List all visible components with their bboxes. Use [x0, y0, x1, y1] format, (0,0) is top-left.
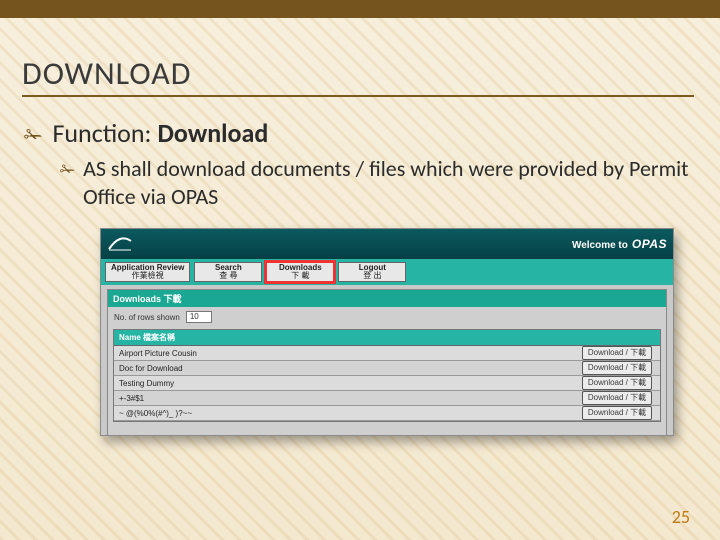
function-label: Function:	[52, 117, 151, 149]
slide: DOWNLOAD ✁ Function: Download ✁ AS shall…	[0, 0, 720, 446]
nav-downloads[interactable]: Downloads 下 載	[266, 262, 334, 282]
rows-shown-input[interactable]: 10	[186, 311, 212, 323]
table-row: ~ @(%0%(#^)_ )?~~ Download / 下載	[114, 406, 660, 421]
nav-search[interactable]: Search 查 尋	[194, 262, 262, 282]
bullet-level-2: ✁ AS shall download documents / files wh…	[60, 155, 694, 210]
bullet-glyph-icon: ✁	[60, 159, 75, 182]
function-value: Download	[158, 117, 269, 149]
download-button[interactable]: Download / 下載	[582, 361, 652, 375]
nav-application-review[interactable]: Application Review 作業檢視	[105, 262, 190, 282]
grid-header-name: Name 檔案名稱	[114, 330, 660, 345]
download-button[interactable]: Download / 下載	[582, 391, 652, 405]
action-cell: Download / 下載	[574, 346, 660, 360]
action-cell: Download / 下載	[574, 361, 660, 375]
table-row: +-3#$1 Download / 下載	[114, 391, 660, 406]
downloads-panel: Downloads 下載 No. of rows shown 10 Name 檔…	[107, 289, 667, 436]
nav-label-zh: 作業檢視	[132, 272, 164, 280]
grid-header: Name 檔案名稱	[114, 330, 660, 346]
nav-logout[interactable]: Logout 登 出	[338, 262, 406, 282]
download-button[interactable]: Download / 下載	[582, 346, 652, 360]
action-cell: Download / 下載	[574, 391, 660, 405]
file-name-cell: +-3#$1	[114, 392, 574, 405]
table-row: Airport Picture Cousin Download / 下載	[114, 346, 660, 361]
nav-label-zh: 登 出	[363, 272, 381, 280]
title-area: DOWNLOAD	[22, 54, 694, 97]
table-row: Doc for Download Download / 下載	[114, 361, 660, 376]
app-name: OPAS	[632, 237, 667, 251]
app-header: Welcome to OPAS	[101, 229, 673, 259]
rows-shown-label: No. of rows shown	[114, 313, 180, 322]
rows-shown-line: No. of rows shown 10	[108, 307, 666, 327]
opas-screenshot: Welcome to OPAS Application Review 作業檢視 …	[100, 228, 674, 436]
download-button[interactable]: Download / 下載	[582, 406, 652, 420]
action-cell: Download / 下載	[574, 406, 660, 420]
slide-top-accent	[0, 0, 720, 18]
welcome-prefix: Welcome to	[572, 240, 628, 251]
nav-bar: Application Review 作業檢視 Search 查 尋 Downl…	[101, 259, 673, 285]
panel-title: Downloads 下載	[108, 290, 666, 307]
logo-icon	[107, 235, 133, 253]
app-logo	[107, 235, 133, 253]
slide-page-number: 25	[672, 506, 690, 528]
table-row: Testing Dummy Download / 下載	[114, 376, 660, 391]
downloads-grid: Name 檔案名稱 Airport Picture Cousin Downloa…	[113, 329, 661, 422]
bullet-text: AS shall download documents / files whic…	[83, 155, 694, 210]
file-name-cell: Testing Dummy	[114, 377, 574, 390]
nav-label-zh: 查 尋	[219, 272, 237, 280]
download-button[interactable]: Download / 下載	[582, 376, 652, 390]
file-name-cell: Airport Picture Cousin	[114, 347, 574, 360]
file-name-cell: ~ @(%0%(#^)_ )?~~	[114, 407, 574, 420]
slide-title: DOWNLOAD	[22, 54, 694, 97]
nav-label-zh: 下 載	[291, 272, 309, 280]
bullet-level-1: ✁ Function: Download	[22, 117, 694, 149]
action-cell: Download / 下載	[574, 376, 660, 390]
file-name-cell: Doc for Download	[114, 362, 574, 375]
welcome-text: Welcome to OPAS	[572, 237, 667, 251]
bullet-glyph-icon: ✁	[24, 122, 42, 149]
